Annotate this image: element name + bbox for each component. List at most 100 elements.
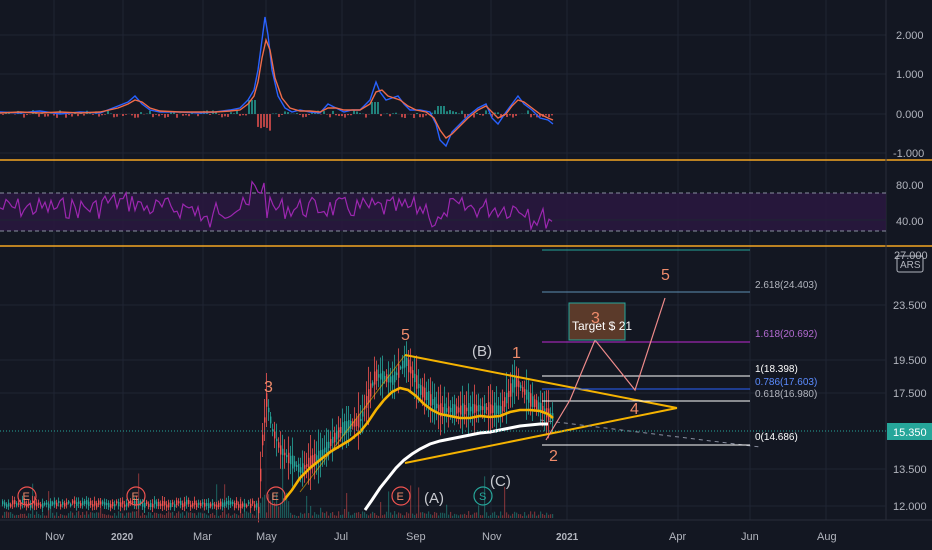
volume-bar: [250, 512, 252, 518]
macd-histogram-bar: [419, 114, 421, 118]
macd-histogram-bar: [386, 113, 388, 114]
volume-bar: [518, 514, 520, 518]
candle-body: [514, 376, 516, 388]
volume-bar: [36, 511, 38, 518]
volume-bar: [356, 512, 358, 518]
time-label-nov-2020: Nov: [482, 531, 502, 543]
macd-histogram-bar: [23, 114, 25, 118]
candle-body: [56, 502, 58, 506]
volume-bar: [278, 506, 280, 518]
macd-histogram-bar: [266, 114, 268, 128]
candle-body: [208, 503, 210, 509]
target-box[interactable]: Target $ 21: [568, 302, 632, 341]
macd-histogram-bar: [302, 114, 304, 118]
macd-histogram-bar: [104, 114, 106, 115]
volume-bar: [62, 514, 64, 518]
volume-bar: [508, 514, 510, 518]
macd-tick-3: -1.000: [893, 148, 924, 160]
volume-bar: [502, 515, 504, 518]
candle-body: [238, 504, 240, 508]
candle-body: [324, 447, 326, 453]
candle-body: [438, 404, 440, 412]
volume-bar: [476, 512, 478, 518]
volume-bar: [142, 512, 144, 518]
candle-body: [380, 373, 382, 380]
volume-bar: [102, 513, 104, 518]
candle-body: [44, 502, 46, 505]
volume-bar: [72, 512, 74, 518]
volume-bar: [400, 513, 402, 518]
svg-text:E: E: [132, 491, 139, 503]
volume-bar: [320, 507, 322, 518]
volume-bar: [220, 515, 222, 518]
volume-bar: [510, 515, 512, 518]
candle-body: [384, 375, 386, 380]
volume-bar: [158, 513, 160, 518]
macd-histogram-bar: [176, 114, 178, 118]
candle-body: [408, 359, 410, 373]
candle-body: [60, 504, 62, 507]
candle-body: [522, 386, 524, 392]
volume-bar: [248, 512, 250, 518]
macd-histogram-bar: [134, 114, 136, 118]
price-tick-1: 19.500: [893, 355, 927, 367]
volume-bar: [402, 515, 404, 518]
volume-bar: [534, 511, 536, 518]
macd-histogram-bar: [218, 114, 220, 115]
chart-canvas[interactable]: 2.000 1.000 0.000 -1.000 80.00 40.00 2.6…: [0, 0, 932, 550]
macd-histogram-bar: [371, 102, 373, 114]
candle-body: [264, 417, 266, 423]
fib-label-1618: 1.618(20.692): [755, 329, 817, 340]
macd-histogram-bar: [221, 114, 223, 118]
volume-bar: [334, 515, 336, 518]
macd-histogram-bar: [344, 114, 346, 118]
volume-bar: [408, 513, 410, 518]
macd-histogram-bar: [224, 114, 226, 117]
macd-histogram-bar: [44, 114, 46, 117]
macd-histogram-bar: [446, 111, 448, 114]
volume-bar: [70, 511, 72, 518]
volume-bar: [416, 513, 418, 518]
volume-bar: [122, 513, 124, 518]
volume-bar: [238, 515, 240, 518]
macd-histogram-bar: [422, 114, 424, 118]
candle-body: [8, 502, 10, 507]
volume-bar: [106, 515, 108, 518]
macd-histogram-bar: [548, 114, 550, 118]
candle-body: [104, 502, 106, 506]
candle-body: [448, 406, 450, 414]
candle-body: [480, 405, 482, 411]
candle-body: [108, 502, 110, 508]
candle-body: [100, 501, 102, 505]
volume-bar: [528, 514, 530, 518]
macd-histogram-bar: [389, 114, 391, 117]
volume-bar: [376, 515, 378, 518]
volume-bar: [56, 512, 58, 518]
macd-histogram-bar: [38, 114, 40, 117]
candle-body: [400, 366, 402, 369]
volume-bar: [54, 515, 56, 518]
candle-body: [322, 449, 324, 456]
time-label-sep: Sep: [406, 531, 426, 543]
volume-bar: [130, 512, 132, 518]
volume-bar: [444, 513, 446, 518]
volume-bar: [328, 515, 330, 518]
candle-body: [250, 503, 252, 508]
candle-body: [472, 403, 474, 414]
volume-bar: [108, 514, 110, 518]
volume-bar: [472, 514, 474, 518]
volume-bar: [28, 513, 30, 518]
volume-bar: [126, 512, 128, 518]
macd-histogram-bar: [92, 114, 94, 115]
volume-bar: [128, 512, 130, 518]
candle-body: [230, 501, 232, 505]
macd-histogram-bar: [281, 114, 283, 115]
candle-body: [464, 404, 466, 415]
volume-bar: [124, 515, 126, 518]
volume-bar: [182, 512, 184, 518]
volume-bar: [474, 512, 476, 518]
candle-body: [428, 391, 430, 405]
volume-bar: [442, 512, 444, 518]
macd-histogram-bar: [482, 114, 484, 116]
macd-histogram-bar: [122, 114, 124, 116]
